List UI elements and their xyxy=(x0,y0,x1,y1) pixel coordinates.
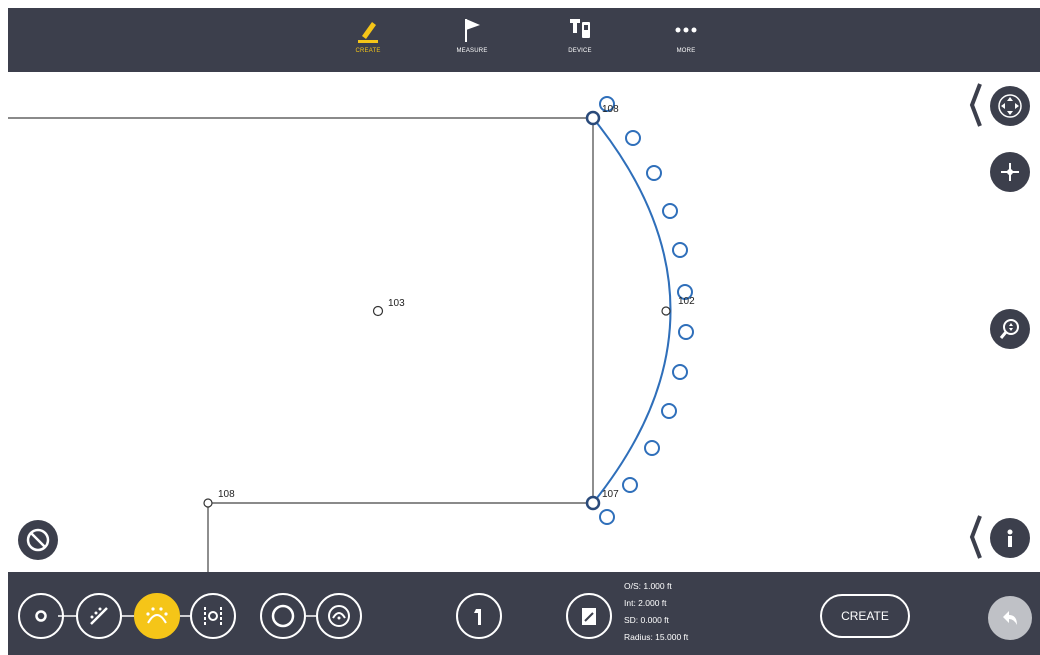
stake-point[interactable] xyxy=(622,477,638,493)
stake-point[interactable] xyxy=(678,324,694,340)
create-button[interactable]: CREATE xyxy=(820,594,910,638)
undo-icon xyxy=(1003,611,1017,625)
sd-value: SD: 0.000 ft xyxy=(624,615,669,625)
pencil-icon xyxy=(338,12,398,48)
circle-icon xyxy=(271,604,295,628)
arc-offset-stats: O/S: 1.000 ft Int: 2.000 ft SD: 0.000 ft… xyxy=(624,578,688,646)
device-icon xyxy=(550,12,610,48)
stake-point[interactable] xyxy=(672,364,688,380)
offset-value: O/S: 1.000 ft xyxy=(624,581,672,591)
top-toolbar: CREATE MEASURE DEVICE MORE xyxy=(8,8,1040,72)
point-tool-button[interactable] xyxy=(18,593,64,639)
offset-tool-button[interactable] xyxy=(190,593,236,639)
line-points-icon xyxy=(90,607,108,625)
drawing-svg: 103 102 108 107 108 xyxy=(8,96,695,572)
radius-value: Radius: 15.000 ft xyxy=(624,632,689,642)
stake-point[interactable] xyxy=(644,440,660,456)
panel-expand-bracket-bottom[interactable] xyxy=(968,514,982,560)
tab-create[interactable]: CREATE xyxy=(338,12,398,68)
tab-measure-label: MEASURE xyxy=(456,48,488,54)
interval-value: Int: 2.000 ft xyxy=(624,598,667,608)
drawing-canvas[interactable]: 103 102 108 107 108 xyxy=(8,72,1040,572)
line-tool-button[interactable] xyxy=(76,593,122,639)
stake-point[interactable] xyxy=(662,203,678,219)
tab-device[interactable]: DEVICE xyxy=(550,12,610,68)
app-frame: CREATE MEASURE DEVICE MORE 103 102 108 1… xyxy=(8,8,1040,655)
panel-expand-bracket-top[interactable] xyxy=(968,82,982,128)
point-label: 108 xyxy=(602,104,619,115)
tab-create-label: CREATE xyxy=(355,48,381,54)
circle-tool-button[interactable] xyxy=(260,593,306,639)
stake-point[interactable] xyxy=(646,165,662,181)
tab-more[interactable]: MORE xyxy=(656,12,716,68)
note-icon xyxy=(582,608,596,625)
point-102-marker[interactable] xyxy=(661,306,671,316)
stake-point[interactable] xyxy=(599,509,615,525)
point-label: 103 xyxy=(388,298,405,309)
arc-center-icon xyxy=(328,605,350,627)
tab-measure[interactable]: MEASURE xyxy=(442,12,502,68)
arc-points-icon xyxy=(146,607,168,624)
cancel-icon[interactable] xyxy=(18,520,58,560)
point-103-marker[interactable] xyxy=(372,305,384,317)
offset-icon xyxy=(204,607,222,625)
point-label: 102 xyxy=(678,296,695,307)
zoom-icon[interactable] xyxy=(990,309,1030,349)
stake-point[interactable] xyxy=(672,242,688,258)
stake-point[interactable] xyxy=(661,403,677,419)
stake-icon xyxy=(474,609,481,625)
stake-point[interactable] xyxy=(625,130,641,146)
undo-button[interactable] xyxy=(988,596,1032,640)
point-icon xyxy=(35,610,47,622)
point-107-marker[interactable] xyxy=(585,495,601,511)
bottom-toolbar: O/S: 1.000 ft Int: 2.000 ft SD: 0.000 ft… xyxy=(8,572,1040,655)
tab-more-label: MORE xyxy=(676,48,696,54)
tab-device-label: DEVICE xyxy=(568,48,592,54)
arc-tool-button[interactable] xyxy=(134,593,180,639)
flag-icon xyxy=(442,12,502,48)
point-label: 108 xyxy=(218,489,235,500)
pan-icon[interactable] xyxy=(990,86,1030,126)
more-dots-icon xyxy=(656,12,716,48)
offset-stake-points xyxy=(599,96,694,525)
point-106-marker[interactable] xyxy=(585,110,601,126)
info-icon[interactable] xyxy=(990,518,1030,558)
point-108-marker[interactable] xyxy=(203,498,213,508)
note-tool-button[interactable] xyxy=(566,593,612,639)
arc-center-tool-button[interactable] xyxy=(316,593,362,639)
stake-tool-button[interactable] xyxy=(456,593,502,639)
crosshair-icon[interactable] xyxy=(990,152,1030,192)
point-label: 107 xyxy=(602,489,619,500)
